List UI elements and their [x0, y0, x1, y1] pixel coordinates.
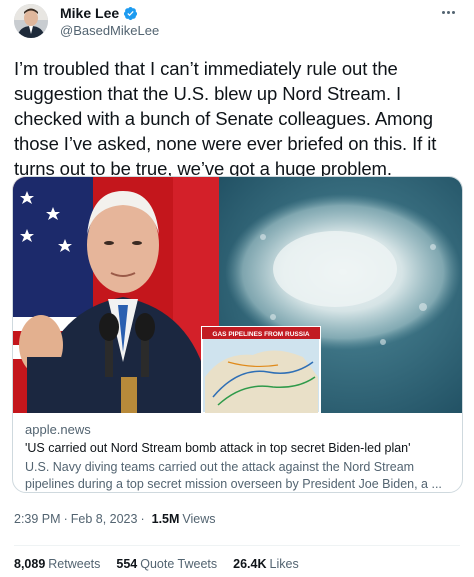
- card-description: U.S. Navy diving teams carried out the a…: [25, 460, 442, 491]
- separator: ·: [140, 512, 145, 526]
- engagement-stats: 8,089 Retweets 554 Quote Tweets 26.4K Likes: [14, 557, 315, 571]
- divider: [14, 545, 460, 546]
- tweet-text: I’m troubled that I can’t immediately ru…: [14, 58, 437, 179]
- retweets-label: Retweets: [48, 557, 101, 571]
- likes-stat[interactable]: 26.4K Likes: [233, 557, 299, 571]
- card-image: GAS PIPELINES FROM RUSSIA: [13, 177, 462, 413]
- quotes-count: 554: [116, 557, 138, 571]
- more-options-icon[interactable]: [438, 4, 458, 20]
- author-name[interactable]: Mike Lee: [60, 5, 119, 21]
- quote-tweets-stat[interactable]: 554 Quote Tweets: [116, 557, 217, 571]
- tweet-date[interactable]: Feb 8, 2023: [71, 512, 138, 526]
- tweet-timestamp: 2:39 PM · Feb 8, 2023 · 1.5M Views: [14, 512, 216, 526]
- views-count: 1.5M: [151, 512, 180, 526]
- quotes-label: Quote Tweets: [140, 557, 218, 571]
- avatar[interactable]: [14, 4, 48, 38]
- views-label: Views: [182, 512, 216, 526]
- map-inset-caption: GAS PIPELINES FROM RUSSIA: [212, 331, 309, 338]
- author-handle[interactable]: @BasedMikeLee: [60, 23, 159, 38]
- likes-count: 26.4K: [233, 557, 267, 571]
- likes-label: Likes: [269, 557, 299, 571]
- tweet-time[interactable]: 2:39 PM: [14, 512, 61, 526]
- tweet-header: Mike Lee @BasedMikeLee: [14, 4, 460, 44]
- verified-badge-icon: [123, 6, 138, 21]
- retweets-count: 8,089: [14, 557, 46, 571]
- card-domain: apple.news: [25, 422, 91, 437]
- link-card[interactable]: GAS PIPELINES FROM RUSSIA apple.news 'US…: [12, 176, 463, 493]
- retweets-stat[interactable]: 8,089 Retweets: [14, 557, 100, 571]
- separator: ·: [63, 512, 68, 526]
- card-title[interactable]: 'US carried out Nord Stream bomb attack …: [25, 439, 453, 457]
